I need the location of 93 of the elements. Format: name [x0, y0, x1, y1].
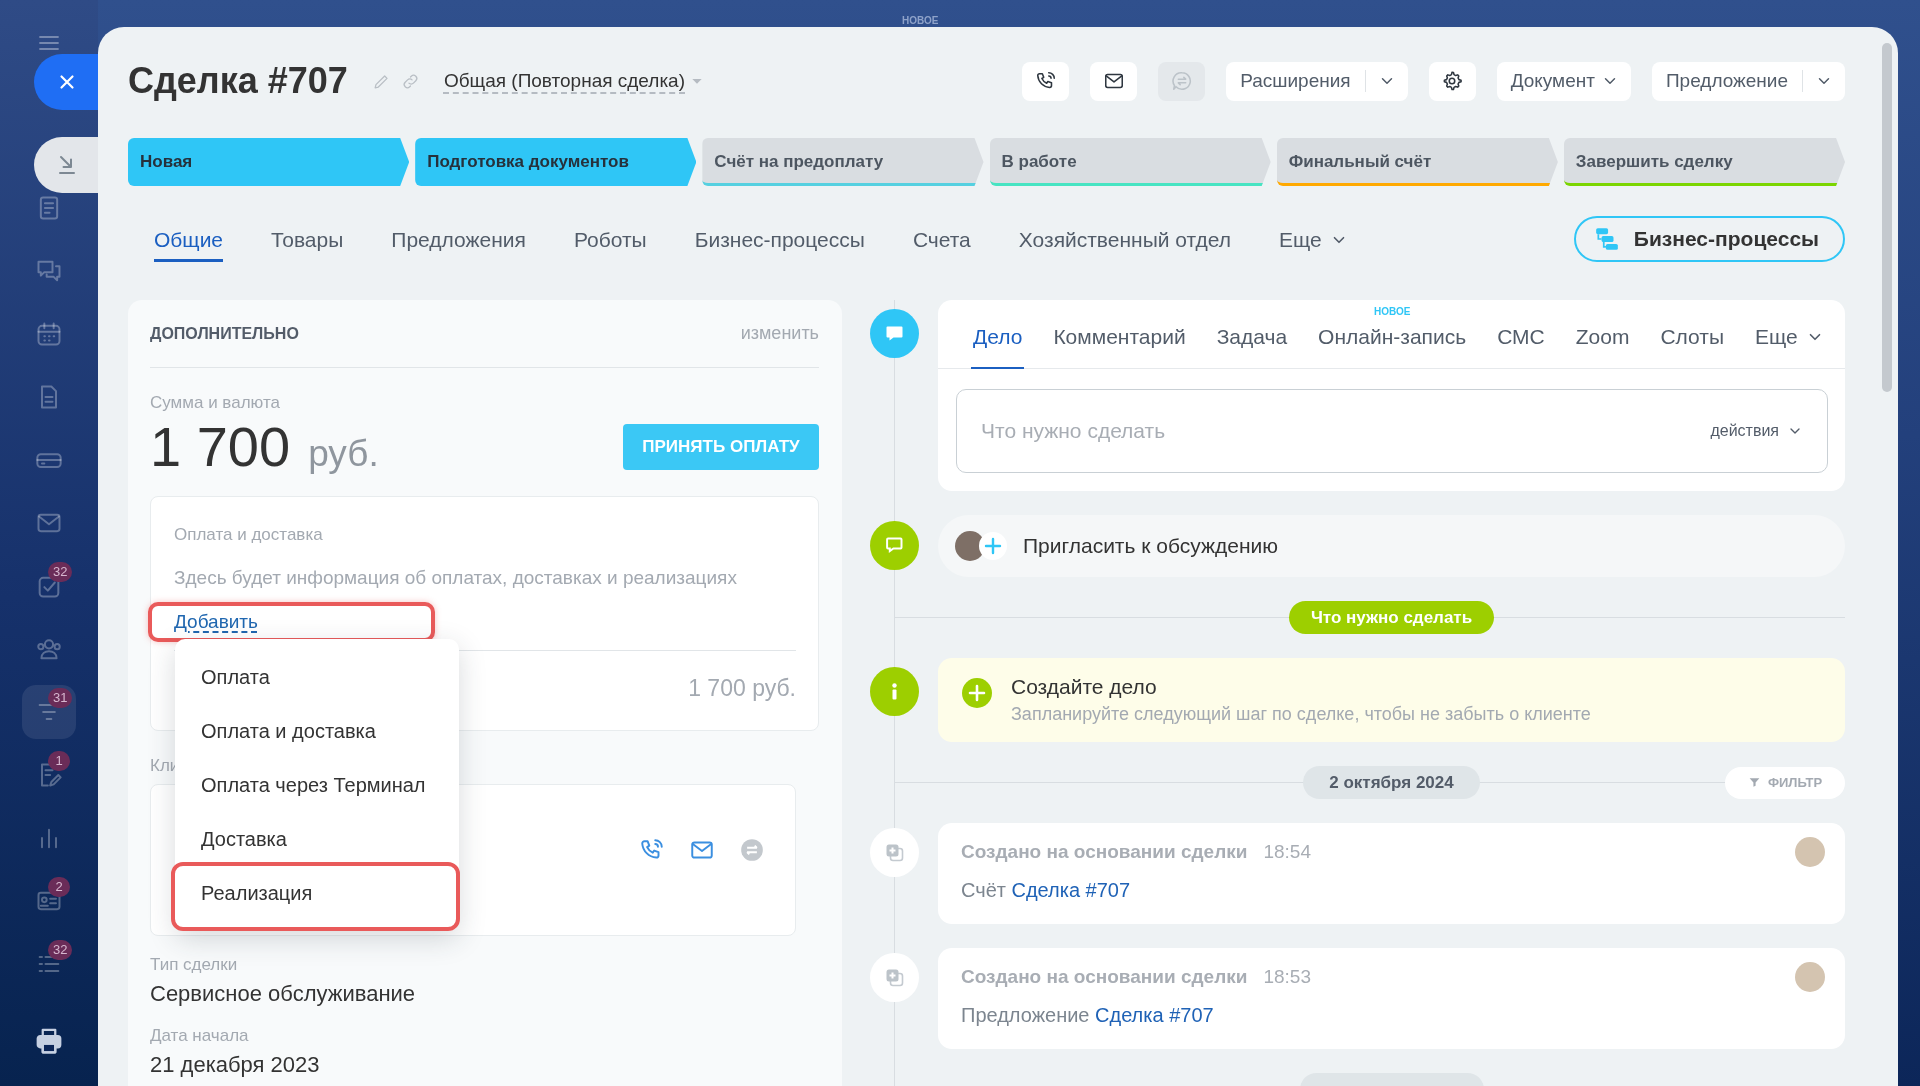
section-label: Что нужно сделать [1288, 601, 1495, 634]
email-button[interactable] [1090, 61, 1138, 101]
deal-title: Сделка #707 [128, 59, 348, 103]
printer-icon[interactable] [34, 1026, 64, 1056]
section-tab[interactable]: Бизнес-процессы [694, 216, 865, 262]
deal-link[interactable]: Сделка #707 [1095, 1004, 1214, 1026]
event-title: Создано на основании сделки [961, 841, 1248, 863]
hint-text: Запланируйте следующий шаг по сделке, чтобы не забыть о клиенте [1011, 703, 1591, 725]
empty-hint: Здесь будет информация об оплатах, доставках и реализациях [174, 568, 738, 588]
comment-icon [870, 521, 919, 570]
process-blocks-icon [1593, 226, 1620, 252]
section-tab[interactable]: Хозяйственный отдел [1018, 216, 1231, 262]
settings-button[interactable] [1428, 61, 1476, 101]
event-time: 18:53 [1263, 966, 1311, 988]
add-link[interactable]: Добавить [148, 602, 435, 642]
section-tab[interactable]: Роботы [573, 216, 647, 262]
link-icon[interactable] [400, 71, 420, 91]
section-title: ДОПОЛНИТЕЛЬНО [150, 324, 299, 343]
stage-step[interactable]: Счёт на предоплату [702, 138, 984, 186]
activity-tab[interactable]: Задача [1214, 300, 1290, 369]
activity-tab[interactable]: Дело [971, 300, 1025, 369]
chat-icon[interactable] [739, 837, 765, 863]
menu-item[interactable]: Оплата и доставка [175, 704, 459, 758]
field-label: Тип сделки [150, 955, 239, 975]
new-label: НОВОЕ [902, 15, 939, 26]
plus-icon[interactable] [979, 532, 1007, 560]
more-tab[interactable]: Еще [1278, 216, 1348, 262]
deal-link[interactable]: Сделка #707 [1011, 879, 1131, 901]
count-badge: 31 [48, 688, 73, 708]
business-process-button[interactable]: Бизнес-процессы [1573, 216, 1845, 262]
field-label: Сумма и валюта [150, 393, 281, 413]
close-button[interactable] [34, 54, 98, 110]
calendar-icon [35, 320, 63, 348]
category-dropdown[interactable]: Общая (Повторная сделка) [443, 70, 705, 92]
sidebar-item[interactable]: 2 [22, 874, 76, 928]
stage-step[interactable]: В работе [989, 138, 1271, 186]
field-value: 21 декабря 2023 [150, 1052, 321, 1078]
count-badge: 2 [48, 877, 70, 897]
sidebar-item[interactable]: 31 [22, 685, 76, 739]
field-value: Сервисное обслуживание [150, 981, 417, 1007]
sidebar-item[interactable]: 32 [22, 559, 76, 613]
avatar [1795, 837, 1825, 867]
section-tab[interactable]: Счета [912, 216, 971, 262]
offer-button[interactable]: Предложение [1651, 61, 1845, 101]
extensions-button[interactable]: Расширения [1226, 61, 1408, 101]
menu-item[interactable]: Реализация [171, 862, 460, 931]
chat-icon [1170, 70, 1193, 92]
stage-step[interactable]: Завершить сделку [1563, 138, 1846, 186]
hint-title: Создайте дело [1011, 675, 1158, 699]
more-tab[interactable]: Еще [1753, 300, 1826, 369]
avatar [1795, 962, 1825, 992]
menu-item[interactable]: Оплата через Терминал [175, 758, 459, 812]
menu-item[interactable]: Оплата [175, 650, 459, 704]
stage-step[interactable]: Подготовка документов [415, 138, 697, 186]
filter-icon [1747, 776, 1761, 789]
actions-dropdown[interactable]: действия [1710, 422, 1803, 440]
activity-tab[interactable]: Слоты [1658, 300, 1727, 369]
section-tab[interactable]: Общие [154, 216, 224, 262]
settings-icon [1441, 70, 1464, 92]
chat-bubble-icon [870, 309, 919, 358]
task-input-field[interactable]: Что нужно сделать действия [956, 389, 1828, 473]
section-tab[interactable]: Предложения [391, 216, 526, 262]
invite-text: Пригласить к обсуждению [1023, 534, 1279, 558]
total-amount: 1 700 руб. [688, 676, 796, 700]
box-title: Оплата и доставка [174, 526, 324, 544]
activity-tab[interactable]: Zoom [1573, 300, 1632, 369]
minimize-button[interactable] [34, 137, 98, 193]
currency-label: руб. [308, 433, 379, 475]
info-icon [870, 667, 919, 716]
stage-step[interactable]: Финальный счёт [1276, 138, 1558, 186]
event-text: Счёт Сделка #707 [961, 878, 1132, 902]
event-title: Создано на основании сделки [961, 966, 1248, 988]
document-plus-icon [870, 828, 919, 877]
event-text: Предложение Сделка #707 [961, 1003, 1215, 1027]
field-label: Дата начала [150, 1026, 250, 1046]
stage-step[interactable]: Новая [128, 138, 410, 186]
activity-tab[interactable]: Комментарий [1051, 300, 1188, 369]
call-button[interactable] [1022, 61, 1070, 101]
section-tab[interactable]: Товары [271, 216, 344, 262]
count-badge: 1 [48, 751, 70, 771]
event-time: 18:54 [1263, 841, 1311, 863]
count-badge: 32 [48, 940, 73, 960]
invite-bar[interactable]: Пригласить к обсуждению [938, 515, 1845, 577]
new-label: НОВОЕ [1373, 306, 1411, 318]
document-plus-icon [870, 953, 919, 1002]
amount-value: 1 700 [150, 419, 291, 475]
date-label: 2 октября 2024 [1303, 766, 1480, 799]
sidebar-item[interactable]: 1 [22, 748, 76, 802]
activity-tab[interactable]: СМС [1495, 300, 1547, 369]
scrollbar-thumb[interactable] [1882, 43, 1892, 392]
count-badge: 32 [48, 562, 73, 582]
sidebar-item[interactable]: 32 [22, 937, 76, 991]
document-button[interactable]: Документ [1496, 61, 1631, 101]
